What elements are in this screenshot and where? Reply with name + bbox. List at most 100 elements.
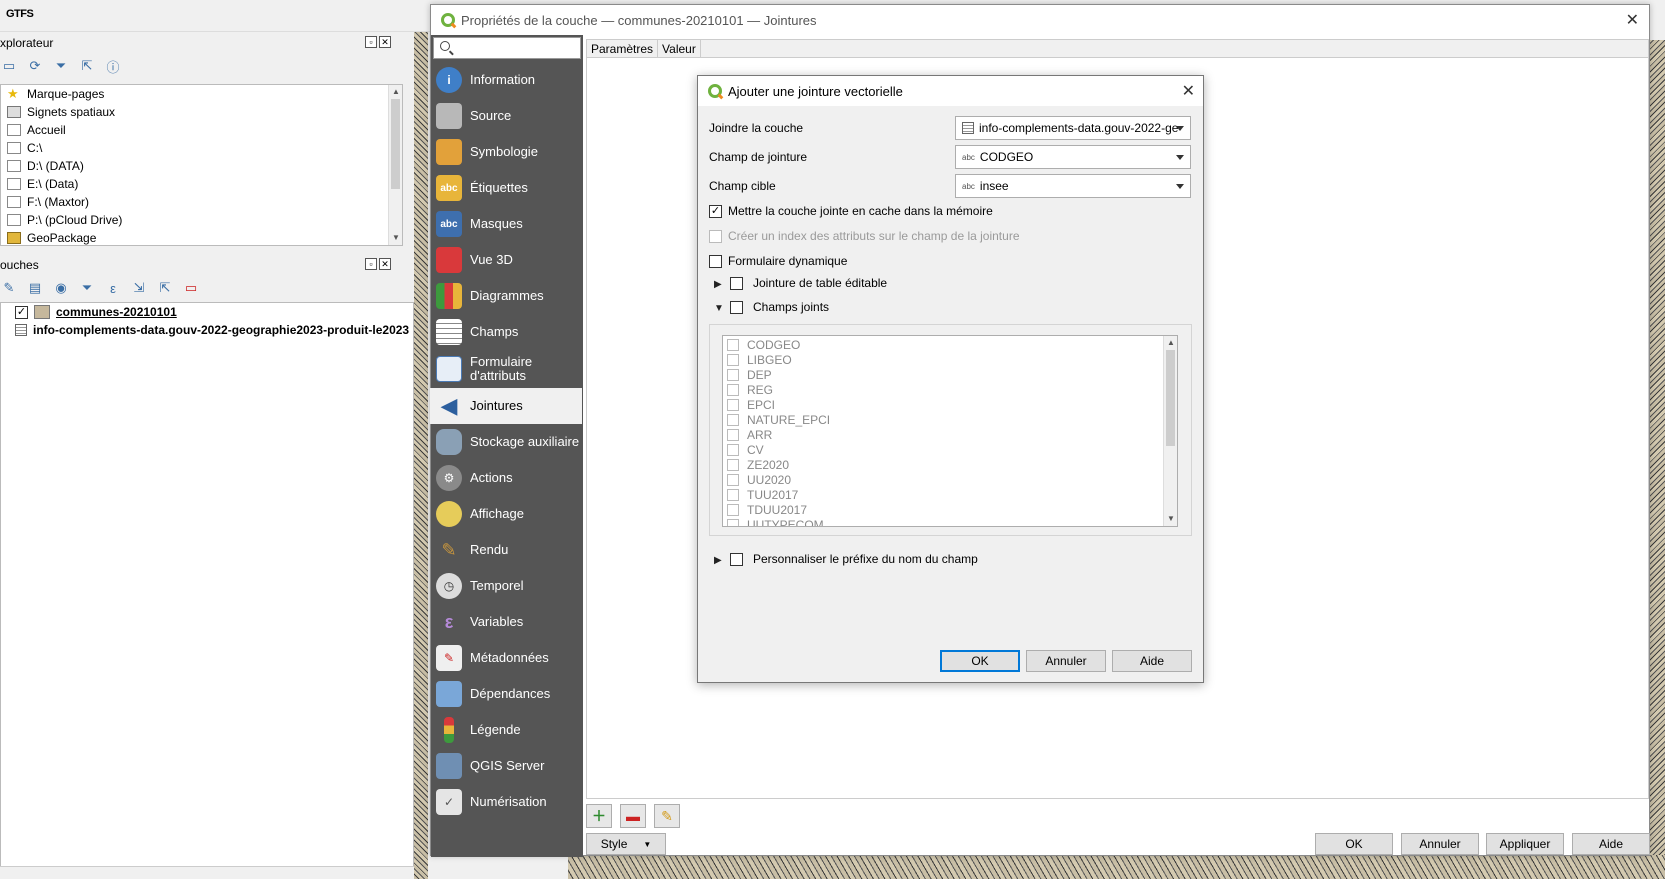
nav-qgis-server[interactable]: QGIS Server bbox=[430, 748, 582, 784]
nav-3d-view[interactable]: Vue 3D bbox=[430, 242, 582, 278]
refresh-icon[interactable]: ⟳ bbox=[26, 57, 44, 75]
target-field-combobox[interactable]: abc insee bbox=[955, 174, 1191, 198]
joined-field-item[interactable]: EPCI bbox=[723, 397, 1177, 412]
joined-field-checkbox[interactable] bbox=[727, 428, 739, 441]
joined-field-checkbox[interactable] bbox=[727, 353, 739, 366]
nav-actions[interactable]: ⚙ Actions bbox=[430, 460, 582, 496]
nav-information[interactable]: i Information bbox=[430, 62, 582, 98]
custom-prefix-option[interactable]: Personnaliser le préfixe du nom du champ bbox=[730, 552, 978, 566]
joined-field-item[interactable]: CV bbox=[723, 442, 1177, 457]
expand-all-icon[interactable]: ⇲ bbox=[130, 279, 148, 297]
joined-field-checkbox[interactable] bbox=[727, 503, 739, 516]
collapse-all-icon[interactable]: ⇱ bbox=[156, 279, 174, 297]
dynamic-form-checkbox[interactable] bbox=[709, 254, 722, 268]
joined-field-item[interactable]: UUTYPECOM bbox=[723, 517, 1177, 526]
browser-item[interactable]: ★ Marque-pages bbox=[1, 85, 402, 103]
nav-source[interactable]: Source bbox=[430, 98, 582, 134]
joined-field-checkbox[interactable] bbox=[727, 518, 739, 526]
nav-digitizing[interactable]: ✓ Numérisation bbox=[430, 784, 582, 820]
layer-styling-icon[interactable]: ✎ bbox=[0, 279, 18, 297]
properties-ok-button[interactable]: OK bbox=[1315, 833, 1393, 855]
joined-fields-option[interactable]: Champs joints bbox=[730, 300, 829, 314]
info-icon[interactable]: ⓘ bbox=[104, 57, 122, 75]
joined-field-checkbox[interactable] bbox=[727, 443, 739, 456]
nav-fields[interactable]: Champs bbox=[430, 314, 582, 350]
scroll-up-icon[interactable]: ▲ bbox=[1164, 336, 1177, 350]
float-panel-icon[interactable]: ▫ bbox=[365, 36, 377, 48]
nav-auxiliary-storage[interactable]: Stockage auxiliaire bbox=[430, 424, 582, 460]
filter-icon[interactable]: ⏷ bbox=[52, 57, 70, 75]
visibility-icon[interactable]: ◉ bbox=[52, 279, 70, 297]
edit-join-button[interactable]: ✎ bbox=[654, 804, 680, 828]
properties-cancel-button[interactable]: Annuler bbox=[1401, 833, 1479, 855]
dynamic-form-option[interactable]: Formulaire dynamique bbox=[709, 254, 847, 268]
nav-masks[interactable]: abc Masques bbox=[430, 206, 582, 242]
nav-variables[interactable]: ε Variables bbox=[430, 604, 582, 640]
joined-field-item[interactable]: REG bbox=[723, 382, 1177, 397]
join-layer-combobox[interactable]: info-complements-data.gouv-2022-geog bbox=[955, 116, 1191, 140]
browser-item[interactable]: P:\ (pCloud Drive) bbox=[1, 211, 402, 229]
browser-item[interactable]: D:\ (DATA) bbox=[1, 157, 402, 175]
joined-field-checkbox[interactable] bbox=[727, 458, 739, 471]
browser-item[interactable]: F:\ (Maxtor) bbox=[1, 193, 402, 211]
nav-display[interactable]: Affichage bbox=[430, 496, 582, 532]
joined-fields-list[interactable]: CODGEO LIBGEO DEP REG EPCI NATURE_EPCI ARR CV ZE… bbox=[722, 335, 1178, 527]
cache-join-option[interactable]: ✓ Mettre la couche jointe en cache dans … bbox=[709, 204, 993, 218]
filter-legend-icon[interactable]: ⏷ bbox=[78, 279, 96, 297]
browser-scrollbar[interactable]: ▲ ▼ bbox=[388, 85, 402, 245]
joined-field-item[interactable]: TUU2017 bbox=[723, 487, 1177, 502]
collapse-all-icon[interactable]: ⇱ bbox=[78, 57, 96, 75]
remove-layer-icon[interactable]: ▭ bbox=[182, 279, 200, 297]
joined-field-checkbox[interactable] bbox=[727, 338, 739, 351]
nav-diagrams[interactable]: Diagrammes bbox=[430, 278, 582, 314]
properties-apply-button[interactable]: Appliquer bbox=[1486, 833, 1564, 855]
expand-right-icon[interactable]: ▶ bbox=[714, 555, 722, 566]
scroll-up-icon[interactable]: ▲ bbox=[389, 85, 402, 99]
cache-join-checkbox[interactable]: ✓ bbox=[709, 204, 722, 218]
column-header-params[interactable]: Paramètres bbox=[587, 40, 659, 57]
joined-field-checkbox[interactable] bbox=[727, 488, 739, 501]
scroll-down-icon[interactable]: ▼ bbox=[389, 231, 402, 245]
collapse-down-icon[interactable]: ▼ bbox=[714, 303, 724, 314]
nav-joins[interactable]: ◀ Jointures bbox=[430, 388, 582, 424]
expression-filter-icon[interactable]: ε bbox=[104, 279, 122, 297]
joined-field-checkbox[interactable] bbox=[727, 398, 739, 411]
scroll-thumb[interactable] bbox=[1166, 350, 1175, 446]
browser-item[interactable]: C:\ bbox=[1, 139, 402, 157]
sidebar-search-input[interactable] bbox=[433, 37, 581, 59]
remove-join-button[interactable]: ▬ bbox=[620, 804, 646, 828]
expand-right-icon[interactable]: ▶ bbox=[714, 279, 722, 290]
joined-field-item[interactable]: NATURE_EPCI bbox=[723, 412, 1177, 427]
layer-item[interactable]: ✓ communes-20210101 bbox=[1, 303, 413, 321]
joined-fields-checkbox[interactable] bbox=[730, 300, 743, 314]
add-selected-icon[interactable]: ▭ bbox=[0, 57, 18, 75]
joined-field-item[interactable]: DEP bbox=[723, 367, 1177, 382]
add-group-icon[interactable]: ▤ bbox=[26, 279, 44, 297]
column-header-value[interactable]: Valeur bbox=[658, 40, 701, 57]
scroll-thumb[interactable] bbox=[391, 99, 400, 189]
joined-field-checkbox[interactable] bbox=[727, 473, 739, 486]
nav-attribute-form[interactable]: Formulaire d'attributs bbox=[430, 350, 582, 388]
close-panel-icon[interactable]: ✕ bbox=[379, 258, 391, 270]
browser-item[interactable]: Accueil bbox=[1, 121, 402, 139]
custom-prefix-checkbox[interactable] bbox=[730, 552, 743, 566]
nav-labels[interactable]: abc Étiquettes bbox=[430, 170, 582, 206]
properties-help-button[interactable]: Aide bbox=[1572, 833, 1650, 855]
close-icon[interactable]: ✕ bbox=[1626, 10, 1639, 30]
editable-join-option[interactable]: Jointure de table éditable bbox=[730, 276, 887, 290]
browser-item[interactable]: GeoPackage bbox=[1, 229, 402, 245]
nav-metadata[interactable]: ✎ Métadonnées bbox=[430, 640, 582, 676]
joined-field-item[interactable]: LIBGEO bbox=[723, 352, 1177, 367]
joined-field-checkbox[interactable] bbox=[727, 413, 739, 426]
joined-field-item[interactable]: TDUU2017 bbox=[723, 502, 1177, 517]
nav-legend[interactable]: Légende bbox=[430, 712, 582, 748]
dialog-help-button[interactable]: Aide bbox=[1112, 650, 1192, 672]
style-button[interactable]: Style ▼ bbox=[586, 833, 666, 855]
add-join-button[interactable]: ＋ bbox=[586, 804, 612, 828]
joined-field-item[interactable]: CODGEO bbox=[723, 337, 1177, 352]
nav-temporal[interactable]: ◷ Temporel bbox=[430, 568, 582, 604]
join-field-combobox[interactable]: abc CODGEO bbox=[955, 145, 1191, 169]
nav-rendering[interactable]: ✎ Rendu bbox=[430, 532, 582, 568]
dialog-close-icon[interactable]: ✕ bbox=[1182, 81, 1195, 101]
joined-field-item[interactable]: ZE2020 bbox=[723, 457, 1177, 472]
